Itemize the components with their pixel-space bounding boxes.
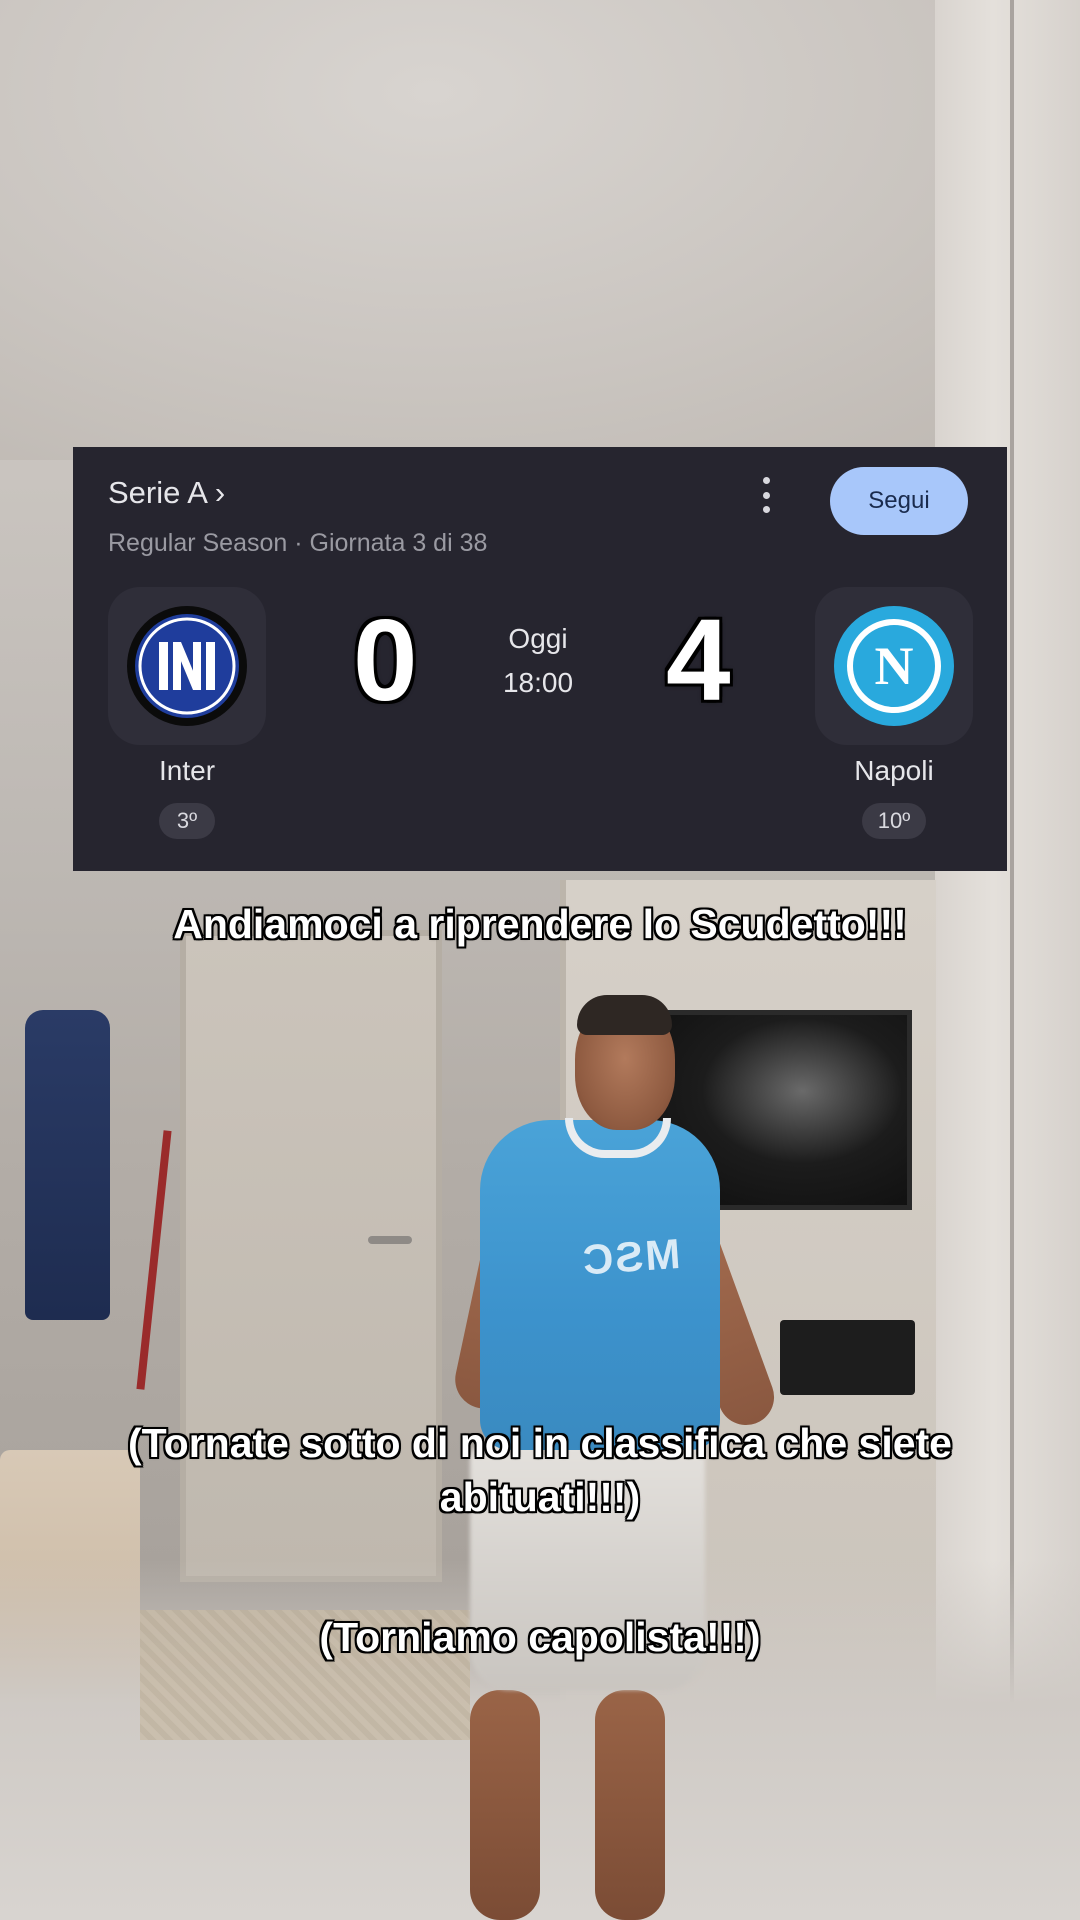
door-handle	[368, 1236, 412, 1244]
person-hair	[577, 995, 672, 1035]
more-vert-icon[interactable]	[756, 477, 776, 513]
away-team-rank: 10º	[862, 803, 926, 839]
follow-button[interactable]: Segui	[830, 467, 968, 535]
broom	[136, 1130, 172, 1390]
home-team-name[interactable]: Inter	[108, 755, 266, 787]
game-console	[780, 1320, 915, 1395]
competition-link[interactable]: Serie A ›	[108, 475, 225, 511]
away-team-logo[interactable]: N	[815, 587, 973, 745]
person-jersey	[480, 1120, 720, 1450]
hanging-jacket	[25, 1010, 110, 1320]
caption-middle: (Tornate sotto di noi in classifica che …	[128, 1420, 952, 1520]
home-score: 0	[353, 595, 418, 725]
inter-crest-icon	[127, 606, 247, 726]
away-score: 4	[666, 595, 731, 725]
caption-top: Andiamoci a riprendere lo Scudetto!!!	[173, 901, 907, 947]
ceiling	[0, 0, 1080, 460]
match-round: Regular Season · Giornata 3 di 38	[108, 529, 488, 557]
napoli-crest-icon: N	[834, 606, 954, 726]
person-leg-right	[595, 1690, 665, 1920]
match-date-label: Oggi	[508, 623, 568, 654]
person-leg-left	[470, 1690, 540, 1920]
svg-text:N: N	[875, 636, 914, 696]
match-kickoff-time: 18:00	[502, 667, 574, 698]
home-team-logo[interactable]	[108, 587, 266, 745]
match-time: Oggi 18:00	[473, 617, 603, 705]
home-team-rank: 3º	[159, 803, 215, 839]
away-team-name[interactable]: Napoli	[815, 755, 973, 787]
caption-bottom: (Torniamo capolista!!!)	[319, 1614, 761, 1660]
video-frame: MSC Serie A › Regular Season · Giornata …	[0, 0, 1080, 1920]
match-score-card[interactable]: Serie A › Regular Season · Giornata 3 di…	[73, 447, 1007, 871]
